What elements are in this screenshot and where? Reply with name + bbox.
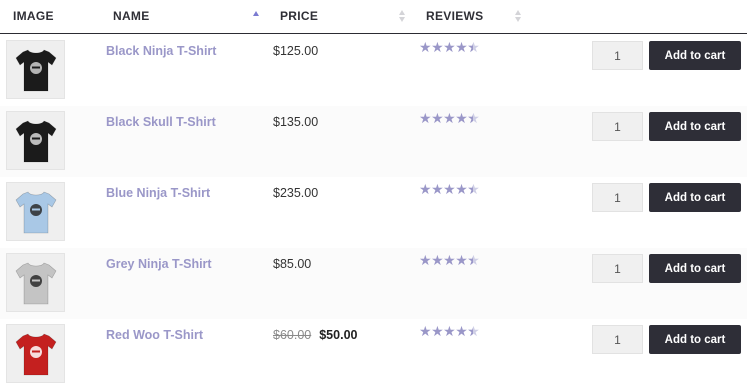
- quantity-input[interactable]: [592, 325, 643, 354]
- star-icon: ★: [431, 110, 444, 126]
- star-icon: ★: [419, 39, 432, 55]
- column-header-price[interactable]: PRICE: [280, 9, 318, 23]
- quantity-input[interactable]: [592, 254, 643, 283]
- product-name-link[interactable]: Blue Ninja T-Shirt: [106, 186, 210, 200]
- product-thumbnail[interactable]: [6, 111, 65, 170]
- star-icon: ★: [455, 323, 468, 339]
- star-icon: ★★: [467, 39, 480, 55]
- product-price: $85.00: [273, 257, 312, 271]
- table-row: Black Skull T-Shirt$135.00★★★★★★Add to c…: [0, 106, 747, 177]
- table-row: Red Woo T-Shirt$60.00$50.00★★★★★★Add to …: [0, 319, 747, 388]
- product-table: IMAGE NAME PRICE REVIEWS Black Ninja T-S…: [0, 0, 747, 388]
- star-rating: ★★★★★★: [419, 323, 480, 339]
- product-name-link[interactable]: Black Skull T-Shirt: [106, 115, 216, 129]
- star-icon: ★: [431, 39, 444, 55]
- star-icon: ★★: [467, 181, 480, 197]
- star-icon: ★: [419, 252, 432, 268]
- sort-ascending-icon[interactable]: [252, 9, 262, 23]
- star-icon: ★: [443, 39, 456, 55]
- add-to-cart-button[interactable]: Add to cart: [649, 112, 741, 141]
- product-thumbnail[interactable]: [6, 324, 65, 383]
- star-icon: ★: [455, 39, 468, 55]
- product-thumbnail[interactable]: [6, 182, 65, 241]
- star-icon: ★: [419, 323, 432, 339]
- product-price: $135.00: [273, 115, 319, 129]
- add-to-cart-button[interactable]: Add to cart: [649, 254, 741, 283]
- quantity-input[interactable]: [592, 41, 643, 70]
- star-icon: ★: [455, 181, 468, 197]
- star-icon: ★: [455, 110, 468, 126]
- product-price: $235.00: [273, 186, 319, 200]
- quantity-input[interactable]: [592, 112, 643, 141]
- star-icon: ★: [419, 110, 432, 126]
- tshirt-icon: [15, 120, 56, 162]
- tshirt-icon: [15, 262, 56, 304]
- table-row: Blue Ninja T-Shirt$235.00★★★★★★Add to ca…: [0, 177, 747, 248]
- product-price: $60.00 $50.00: [273, 328, 357, 342]
- product-thumbnail[interactable]: [6, 253, 65, 312]
- product-price: $125.00: [273, 44, 319, 58]
- tshirt-icon: [15, 191, 56, 233]
- star-icon: ★: [431, 181, 444, 197]
- sale-price: $50.00: [319, 328, 358, 342]
- tshirt-icon: [15, 49, 56, 91]
- star-icon: ★: [443, 323, 456, 339]
- star-rating: ★★★★★★: [419, 39, 480, 55]
- star-rating: ★★★★★★: [419, 110, 480, 126]
- product-thumbnail[interactable]: [6, 40, 65, 99]
- quantity-input[interactable]: [592, 183, 643, 212]
- star-icon: ★: [455, 252, 468, 268]
- star-icon: ★★: [467, 252, 480, 268]
- star-icon: ★: [443, 181, 456, 197]
- product-name-link[interactable]: Red Woo T-Shirt: [106, 328, 203, 342]
- star-rating: ★★★★★★: [419, 252, 480, 268]
- star-icon: ★: [419, 181, 432, 197]
- star-icon: ★: [443, 252, 456, 268]
- column-header-name[interactable]: NAME: [113, 9, 150, 23]
- star-icon: ★★: [467, 110, 480, 126]
- star-icon: ★★: [467, 323, 480, 339]
- add-to-cart-button[interactable]: Add to cart: [649, 41, 741, 70]
- star-icon: ★: [443, 110, 456, 126]
- add-to-cart-button[interactable]: Add to cart: [649, 325, 741, 354]
- star-icon: ★: [431, 323, 444, 339]
- regular-price: $60.00: [273, 328, 312, 342]
- add-to-cart-button[interactable]: Add to cart: [649, 183, 741, 212]
- column-header-image: IMAGE: [13, 9, 54, 23]
- star-rating: ★★★★★★: [419, 181, 480, 197]
- product-name-link[interactable]: Black Ninja T-Shirt: [106, 44, 216, 58]
- product-name-link[interactable]: Grey Ninja T-Shirt: [106, 257, 212, 271]
- sort-icon[interactable]: [398, 9, 408, 23]
- sort-icon[interactable]: [514, 9, 524, 23]
- table-row: Grey Ninja T-Shirt$85.00★★★★★★Add to car…: [0, 248, 747, 319]
- column-header-reviews[interactable]: REVIEWS: [426, 9, 483, 23]
- table-header: IMAGE NAME PRICE REVIEWS: [0, 0, 747, 34]
- tshirt-icon: [15, 333, 56, 375]
- star-icon: ★: [431, 252, 444, 268]
- table-row: Black Ninja T-Shirt$125.00★★★★★★Add to c…: [0, 35, 747, 106]
